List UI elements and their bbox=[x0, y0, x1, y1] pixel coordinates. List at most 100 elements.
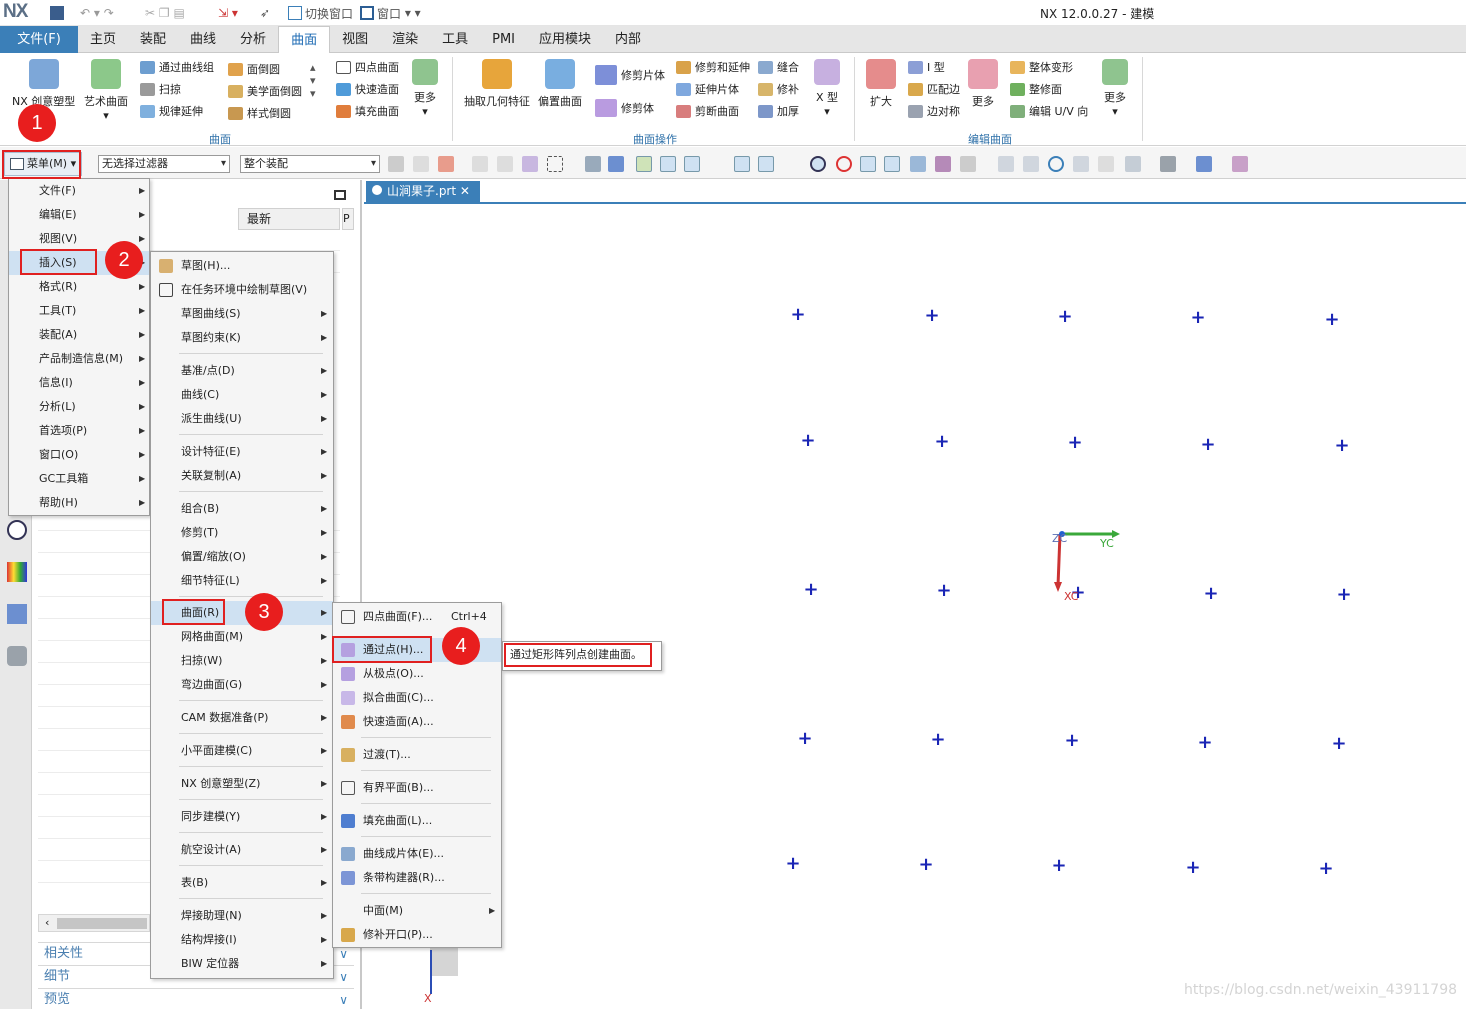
tab-home[interactable]: 主页 bbox=[78, 26, 128, 53]
window-menu-button[interactable]: 窗口 ▾ ▾ bbox=[360, 4, 421, 22]
global-shaping-button[interactable]: 整体变形 bbox=[1010, 59, 1073, 75]
menu-item-assembly[interactable]: 装配(A) ▶ bbox=[9, 323, 149, 347]
menu-item-sketch[interactable]: 草图(H)... bbox=[151, 254, 333, 278]
menu-item-help[interactable]: 帮助(H) ▶ bbox=[9, 491, 149, 515]
selection-scope-dropdown[interactable]: 整个装配 bbox=[240, 155, 380, 173]
menu-item-format[interactable]: 格式(R) ▶ bbox=[9, 275, 149, 299]
edit-uv-button[interactable]: 编辑 U/V 向 bbox=[1010, 103, 1088, 119]
rapid-surfacing-button[interactable]: 快速造面 bbox=[336, 81, 399, 97]
snap-icon[interactable] bbox=[910, 156, 926, 172]
toolbar-icon[interactable] bbox=[522, 156, 538, 172]
menu-item-datum-point[interactable]: 基准/点(D) ▶ bbox=[151, 359, 333, 383]
touch-mode-icon[interactable]: ⇲ ▾ bbox=[218, 4, 238, 22]
menu-item-rapid-surfacing[interactable]: 快速造面(A)... bbox=[333, 710, 501, 734]
menu-item-ribbon-builder[interactable]: 条带构建器(R)... bbox=[333, 866, 501, 890]
history-icon[interactable] bbox=[7, 520, 27, 540]
match-edge-button[interactable]: 匹配边 bbox=[908, 81, 960, 97]
menu-item-information[interactable]: 信息(I) ▶ bbox=[9, 371, 149, 395]
toolbar-icon[interactable] bbox=[608, 156, 624, 172]
snap-icon[interactable] bbox=[884, 156, 900, 172]
enlarge-button[interactable]: 更多 bbox=[968, 59, 998, 109]
menu-item-trim[interactable]: 修剪(T) ▶ bbox=[151, 521, 333, 545]
menu-item-cam-data[interactable]: CAM 数据准备(P) ▶ bbox=[151, 706, 333, 730]
maximize-icon[interactable] bbox=[334, 190, 346, 200]
menu-item-midsurface[interactable]: 中面(M) ▶ bbox=[333, 899, 501, 923]
snap-icon[interactable] bbox=[636, 156, 652, 172]
law-extension-button[interactable]: 规律延伸 bbox=[140, 103, 203, 119]
menu-item-table[interactable]: 表(B) ▶ bbox=[151, 871, 333, 895]
snap-icon[interactable] bbox=[860, 156, 876, 172]
tab-internal[interactable]: 内部 bbox=[603, 26, 653, 53]
snap-icon[interactable] bbox=[784, 156, 800, 172]
menu-item-offset-scale[interactable]: 偏置/缩放(O) ▶ bbox=[151, 545, 333, 569]
toolbar-icon[interactable] bbox=[497, 156, 513, 172]
save-icon[interactable] bbox=[50, 4, 67, 22]
snap-icon[interactable] bbox=[660, 156, 676, 172]
menu-item-facet-modeling[interactable]: 小平面建模(C) ▶ bbox=[151, 739, 333, 763]
snap-icon[interactable] bbox=[734, 156, 750, 172]
center-snap-icon[interactable] bbox=[810, 156, 826, 172]
menu-item-structure-weld[interactable]: 结构焊接(I) ▶ bbox=[151, 928, 333, 952]
render-style-icon[interactable] bbox=[1160, 156, 1176, 172]
toolbar-icon[interactable] bbox=[438, 156, 454, 172]
close-icon[interactable]: ✕ bbox=[460, 184, 470, 198]
i-form-button[interactable]: I 型 bbox=[908, 59, 945, 75]
tab-applications[interactable]: 应用模块 bbox=[527, 26, 603, 53]
menu-item-derived-curve[interactable]: 派生曲线(U) ▶ bbox=[151, 407, 333, 431]
menu-item-window[interactable]: 窗口(O) ▶ bbox=[9, 443, 149, 467]
tab-file[interactable]: 文件(F) bbox=[0, 26, 78, 53]
menu-item-design-feature[interactable]: 设计特征(E) ▶ bbox=[151, 440, 333, 464]
menu-item-four-point-surface[interactable]: 四点曲面(F)... Ctrl+4 bbox=[333, 605, 501, 629]
undo-icon[interactable]: ↶ ▾ ↷ bbox=[80, 4, 114, 22]
thicken-button[interactable]: 加厚 bbox=[758, 103, 799, 119]
divide-face-button[interactable]: 剪断曲面 bbox=[676, 103, 739, 119]
view-icon[interactable] bbox=[1125, 156, 1141, 172]
gallery-scroll[interactable]: ▴ ▾ ▾ bbox=[310, 61, 316, 100]
patch-button[interactable]: 修补 bbox=[758, 81, 799, 97]
menu-item-associative-copy[interactable]: 关联复制(A) ▶ bbox=[151, 464, 333, 488]
role-icon[interactable] bbox=[7, 604, 27, 624]
trim-body-button[interactable]: 修剪体 bbox=[595, 99, 654, 117]
accordion-preview[interactable]: 预览 ∨ bbox=[38, 988, 354, 1010]
styled-blend-button[interactable]: 样式倒圆 bbox=[228, 105, 291, 121]
aesthetic-blend-button[interactable]: 美学面倒圆 bbox=[228, 83, 302, 99]
system-icon[interactable] bbox=[7, 646, 27, 666]
menu-item-gc-toolkit[interactable]: GC工具箱 ▶ bbox=[9, 467, 149, 491]
fill-surface-button[interactable]: 填充曲面 bbox=[336, 103, 399, 119]
nx-realize-shape-button[interactable]: NX 创意塑型 bbox=[12, 59, 75, 109]
menu-item-file[interactable]: 文件(F) ▶ bbox=[9, 179, 149, 203]
menu-item-analysis[interactable]: 分析(L) ▶ bbox=[9, 395, 149, 419]
menu-item-tools[interactable]: 工具(T) ▶ bbox=[9, 299, 149, 323]
horizontal-scrollbar[interactable]: ‹ bbox=[38, 914, 150, 932]
menu-item-detail-feature[interactable]: 细节特征(L) ▶ bbox=[151, 569, 333, 593]
repeat-command-icon[interactable]: ➶ bbox=[260, 4, 270, 22]
offset-surface-button[interactable]: 偏置曲面 bbox=[538, 59, 582, 109]
tab-render[interactable]: 渲染 bbox=[380, 26, 430, 53]
more-button-2[interactable]: X 型 ▾ bbox=[814, 59, 840, 118]
menu-item-transition[interactable]: 过渡(T)... bbox=[333, 743, 501, 767]
snap-icon[interactable] bbox=[935, 156, 951, 172]
menu-item-bounded-plane[interactable]: 有界平面(B)... bbox=[333, 776, 501, 800]
tab-pmi[interactable]: PMI bbox=[480, 26, 527, 53]
palette-icon[interactable] bbox=[7, 562, 27, 582]
tab-assembly[interactable]: 装配 bbox=[128, 26, 178, 53]
snap-icon[interactable] bbox=[708, 156, 724, 172]
menu-item-sketch-curve[interactable]: 草图曲线(S) ▶ bbox=[151, 302, 333, 326]
menu-item-patch-openings[interactable]: 修补开口(P)... bbox=[333, 923, 501, 947]
studio-surface-button[interactable]: 艺术曲面 ▾ bbox=[84, 59, 128, 122]
tab-analysis[interactable]: 分析 bbox=[228, 26, 278, 53]
four-point-surface-button[interactable]: 四点曲面 bbox=[336, 59, 399, 75]
switch-window-button[interactable]: 切换窗口 bbox=[288, 4, 353, 22]
snap-icon[interactable] bbox=[684, 156, 700, 172]
trim-extend-button[interactable]: 修剪和延伸 bbox=[676, 59, 750, 75]
snap-icon[interactable] bbox=[960, 156, 976, 172]
menu-item-sweep[interactable]: 扫掠(W) ▶ bbox=[151, 649, 333, 673]
view-icon[interactable] bbox=[1098, 156, 1114, 172]
menu-item-edit[interactable]: 编辑(E) ▶ bbox=[9, 203, 149, 227]
menu-item-curves-to-sheet[interactable]: 曲线成片体(E)... bbox=[333, 842, 501, 866]
menu-item-pmi[interactable]: 产品制造信息(M) ▶ bbox=[9, 347, 149, 371]
graphics-window[interactable] bbox=[364, 180, 1466, 1009]
menu-item-preferences[interactable]: 首选项(P) ▶ bbox=[9, 419, 149, 443]
view-icon[interactable] bbox=[1073, 156, 1089, 172]
menu-item-combine[interactable]: 组合(B) ▶ bbox=[151, 497, 333, 521]
